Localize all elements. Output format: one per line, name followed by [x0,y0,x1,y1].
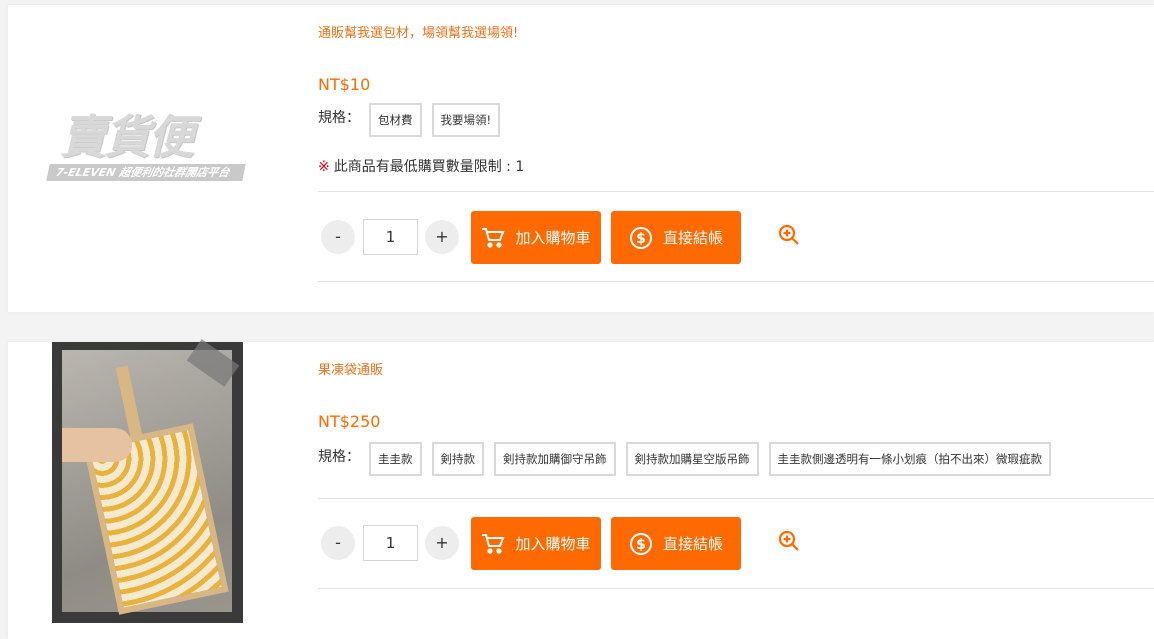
zoom-in-icon[interactable] [778,224,800,246]
product-price: NT$250 [318,412,381,431]
spec-option[interactable]: 剣持款加購星空版吊飾 [625,442,759,476]
photo-hand [62,428,132,462]
product-price: NT$10 [318,75,371,94]
product-info: 果凍袋通販 NT$250 規格： 圭圭款 剣持款 剣持款加購御守吊飾 剣持款加購… [318,342,1154,639]
product-name[interactable]: 通販幫我選包材，場領幫我選場領! [318,22,518,41]
notice-text: 此商品有最低購買數量限制 : 1 [333,159,525,175]
cart-icon [482,533,505,554]
product-image-photo[interactable] [52,339,243,623]
logo-text: 賣貨便 [60,110,194,164]
spec-label: 規格： [318,110,360,126]
quantity-increase-button[interactable]: + [425,220,459,254]
checkout-label: 直接結帳 [662,229,723,247]
zoom-in-icon[interactable] [778,530,800,552]
divider [318,498,1154,499]
spec-option[interactable]: 我要場領! [431,103,501,137]
photo-tape [186,339,240,387]
checkout-button[interactable]: $ 直接結帳 [611,211,741,264]
spec-option[interactable]: 剣持款加購御守吊飾 [494,442,616,476]
product-name[interactable]: 果凍袋通販 [318,359,383,378]
dollar-coin-icon: $ [629,532,652,555]
checkout-button[interactable]: $ 直接結帳 [611,517,741,570]
quantity-decrease-button[interactable]: - [321,526,355,560]
quantity-input[interactable]: 1 [363,219,418,255]
quantity-input[interactable]: 1 [363,525,418,561]
spec-options: 圭圭款 剣持款 剣持款加購御守吊飾 剣持款加購星空版吊飾 圭圭款側邊透明有一條小… [369,442,1051,476]
quantity-increase-button[interactable]: + [425,526,459,560]
svg-text:$: $ [636,231,646,247]
product-info: 通販幫我選包材，場領幫我選場領! NT$10 規格： 包材費 我要場領! ※ 此商… [318,5,1154,312]
add-to-cart-button[interactable]: 加入購物車 [471,517,601,570]
product-card: 果凍袋通販 NT$250 規格： 圭圭款 剣持款 剣持款加購御守吊飾 剣持款加購… [8,339,1154,639]
spec-option[interactable]: 剣持款 [431,442,484,476]
spec-label: 規格： [318,449,360,465]
svg-text:$: $ [636,537,646,553]
min-quantity-notice: ※ 此商品有最低購買數量限制 : 1 [318,156,524,176]
checkout-label: 直接結帳 [662,535,723,553]
divider [318,588,1154,589]
add-to-cart-label: 加入購物車 [515,229,591,247]
notice-mark: ※ [318,159,330,175]
logo-subtitle: 7-ELEVEN 超便利的社群開店平台 [46,164,246,181]
spec-option[interactable]: 圭圭款側邊透明有一條小划痕（拍不出來）微瑕疵款 [768,442,1051,476]
quantity-decrease-button[interactable]: - [321,220,355,254]
product-photo [62,339,240,615]
divider [318,281,1154,282]
spec-option[interactable]: 包材費 [369,103,422,137]
dollar-coin-icon: $ [629,226,652,249]
cart-icon [482,227,505,248]
spec-option[interactable]: 圭圭款 [369,442,422,476]
spec-options: 包材費 我要場領! [369,103,501,137]
add-to-cart-label: 加入購物車 [515,535,591,553]
product-image-logo[interactable]: 賣貨便 7-ELEVEN 超便利的社群開店平台 [46,107,248,185]
add-to-cart-button[interactable]: 加入購物車 [471,211,601,264]
divider [318,191,1154,192]
product-card: 賣貨便 7-ELEVEN 超便利的社群開店平台 通販幫我選包材，場領幫我選場領!… [8,5,1154,312]
